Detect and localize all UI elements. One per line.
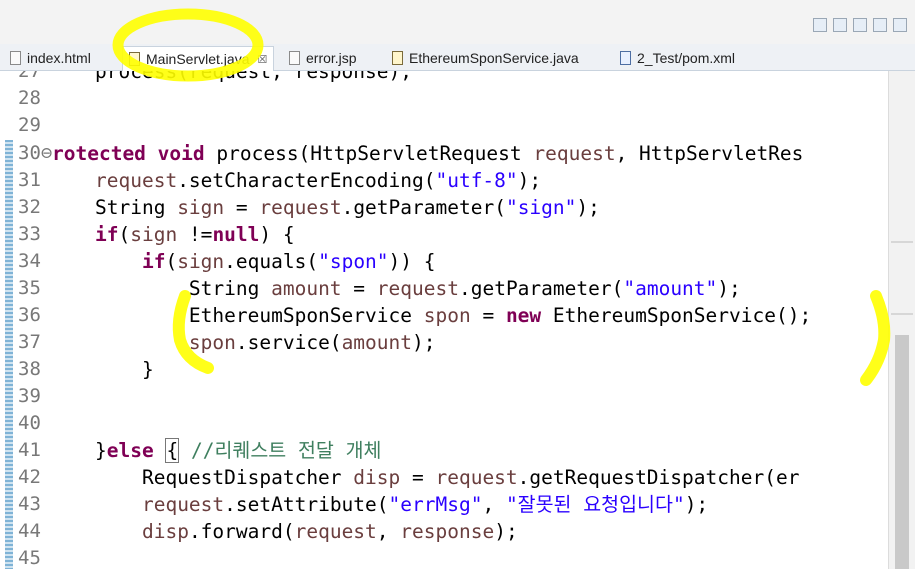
scrollbar-thumb[interactable] [895,335,909,569]
tab-label: index.html [27,50,91,66]
maven-file-icon [620,51,631,65]
java-perspective-icon[interactable] [853,18,867,32]
code-line: 30⊖ rotected void process(HttpServletReq… [0,140,887,167]
code-text: request.setAttribute("errMsg", "잘못된 요청입니… [141,493,709,516]
code-text: }else { //리퀘스트 전달 개체 [95,438,382,463]
code-line: 40 [0,410,887,437]
line-number: 32 [18,196,41,218]
line-number: 34 [18,250,41,272]
code-line: 28 [0,85,887,112]
code-line: 43 request.setAttribute("errMsg", "잘못된 요… [0,491,887,518]
line-number: 37 [18,331,41,353]
code-line: 29 [0,112,887,139]
html-file-icon [10,51,21,65]
line-number[interactable]: 30⊖ [18,140,52,167]
code-text: spon.service(amount); [188,331,436,354]
tab-label: MainServlet.java [146,51,250,67]
line-number: 36 [18,304,41,326]
line-number: 28 [18,87,41,109]
line-number: 42 [18,466,41,488]
code-line: 33 if(sign !=null) { [0,221,887,248]
code-line: 27 process(request, response); [0,71,887,85]
close-icon[interactable]: ☒ [258,53,268,66]
code-line: 39 [0,383,887,410]
vertical-scrollbar[interactable] [888,71,915,569]
code-text: process(request, response); [95,71,412,83]
line-number: 35 [18,277,41,299]
layout-icon[interactable] [833,18,847,32]
code-text: String amount = request.getParameter("am… [95,277,741,300]
code-line: 42 RequestDispatcher disp = request.getR… [0,464,887,491]
line-number: 31 [18,169,41,191]
code-text: rotected void process(HttpServletRequest… [52,142,804,165]
line-number: 38 [18,358,41,380]
code-text: disp.forward(request, response); [141,520,518,543]
tab-label: 2_Test/pom.xml [637,50,736,66]
code-text: EthereumSponService spon = new EthereumS… [95,304,812,327]
tab-label: error.jsp [306,50,357,66]
jsp-file-icon [289,51,300,65]
line-number: 43 [18,493,41,515]
tab-ethereumsponservice-java[interactable]: EthereumSponService.java [386,46,585,70]
editor-tab-bar: index.html MainServlet.java ☒ error.jsp … [0,44,915,100]
code-line: 44 disp.forward(request, response); [0,518,887,545]
tab-label: EthereumSponService.java [409,50,579,66]
code-text: request.setCharacterEncoding("utf-8"); [95,169,542,192]
code-area[interactable]: 27 process(request, response); 28 29 30⊖… [0,71,887,569]
tab-pom-xml[interactable]: 2_Test/pom.xml [614,46,741,70]
tab-mainservlet-java[interactable]: MainServlet.java ☒ [122,46,275,71]
code-text: if(sign !=null) { [95,223,295,246]
code-text: RequestDispatcher disp = request.getRequ… [95,466,800,489]
line-number: 40 [18,412,41,434]
java-file-icon [129,52,140,66]
code-line: 36 EthereumSponService spon = new Ethere… [0,302,887,329]
line-number: 41 [18,439,41,461]
code-line: 38 } [0,356,887,383]
code-line: 34 if(sign.equals("spon")) { [0,248,887,275]
debug-icon[interactable] [873,18,887,32]
tab-index-html[interactable]: index.html [4,46,97,70]
code-line: 31 request.setCharacterEncoding("utf-8")… [0,167,887,194]
workbench-toolbar-area [0,0,915,44]
line-number: 45 [18,547,41,569]
tab-error-jsp[interactable]: error.jsp [283,46,363,70]
perspective-toolbar [813,18,907,32]
code-line: 32 String sign = request.getParameter("s… [0,194,887,221]
code-text: } [95,358,154,381]
code-line: 45 [0,545,887,569]
code-editor[interactable]: 27 process(request, response); 28 29 30⊖… [0,71,915,569]
line-number: 39 [18,385,41,407]
code-line: 37 spon.service(amount); [0,329,887,356]
line-number: 27 [18,71,41,82]
line-number: 33 [18,223,41,245]
code-text: String sign = request.getParameter("sign… [95,196,600,219]
java-file-icon [392,51,403,65]
line-number: 44 [18,520,41,542]
overview-mark [891,241,913,243]
line-number: 29 [18,114,41,136]
code-line: 41 }else { //리퀘스트 전달 개체 [0,437,887,464]
overview-mark [891,313,913,315]
perspective-icon[interactable] [813,18,827,32]
git-icon[interactable] [893,18,907,32]
code-text: if(sign.equals("spon")) { [141,250,436,273]
code-line: 35 String amount = request.getParameter(… [0,275,887,302]
